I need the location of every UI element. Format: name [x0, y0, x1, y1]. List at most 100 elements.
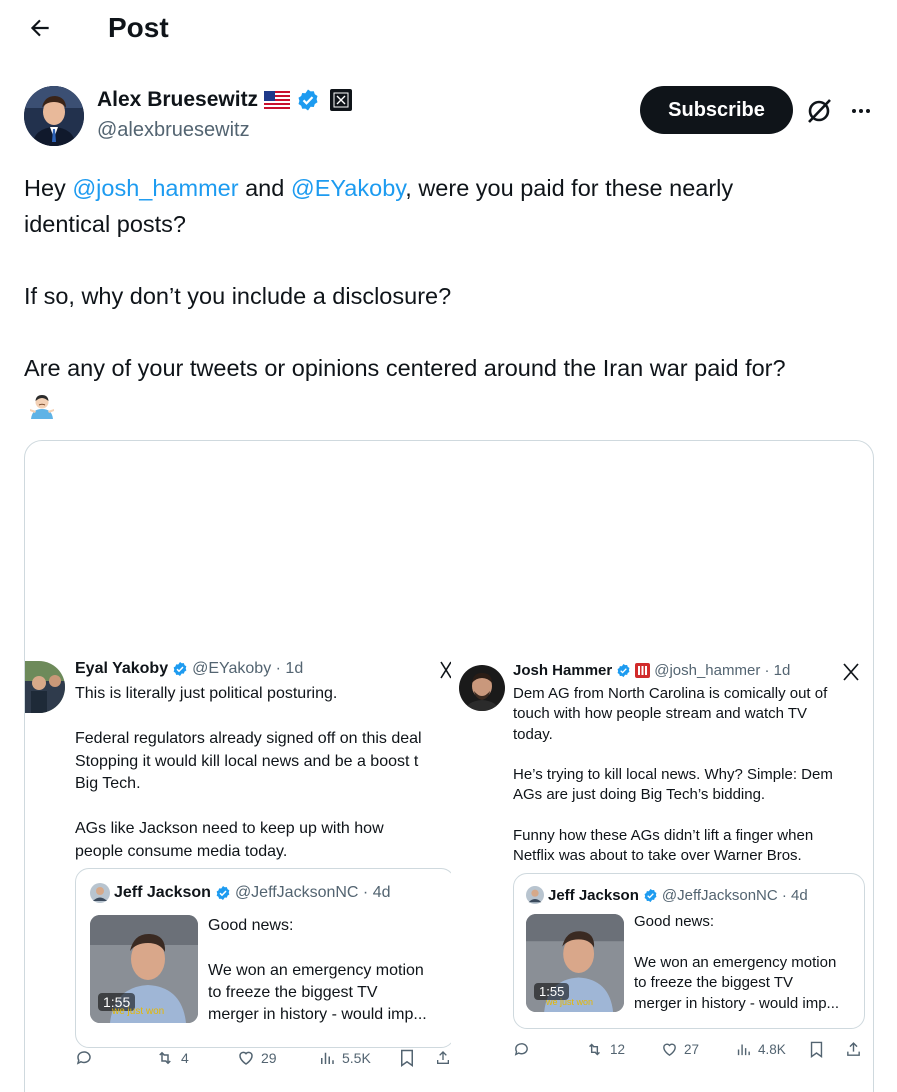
subscribe-button[interactable]: Subscribe — [640, 86, 793, 134]
video-caption: we just won — [546, 997, 594, 1007]
post-line-4: Are any of your tweets or opinions cente… — [24, 355, 786, 381]
grok-icon — [808, 99, 831, 123]
quote-line-4: merger in history - would imp... — [634, 994, 840, 1012]
jeffjackson-name: Jeff Jackson — [114, 884, 211, 901]
heart-icon — [239, 1051, 253, 1065]
quote-line-3: to freeze the biggest TV — [208, 984, 378, 1001]
author-avatar[interactable] — [24, 86, 84, 146]
views-action[interactable]: 4.8K — [735, 1041, 786, 1058]
verified-badge-icon[interactable] — [296, 88, 320, 112]
josh-hammer-meta: @josh_hammer · 1d — [654, 662, 791, 679]
affiliate-x-icon[interactable] — [330, 89, 353, 111]
jeffjackson-name-row: Jeff Jackson @JeffJacksonNC · 4d — [526, 886, 808, 904]
media-image: Eyal Yakoby @EYakoby · 1d This is litera… — [25, 441, 873, 1092]
verified-badge-icon — [617, 663, 630, 678]
media-card[interactable]: Eyal Yakoby @EYakoby · 1d This is litera… — [24, 440, 874, 1092]
video-thumbnail: 1:55 we just won — [526, 914, 624, 1012]
josh-hammer-body: Dem AG from North Carolina is comically … — [513, 685, 833, 865]
x-logo-icon — [843, 663, 859, 681]
post-text-segment: and — [238, 175, 291, 201]
josh-hammer-name-row: Josh Hammer @josh_hammer · 1d — [513, 662, 790, 679]
like-action[interactable]: 29 — [237, 1049, 277, 1067]
post-line-1: Hey @josh_hammer and @EYakoby, were you … — [24, 170, 884, 206]
mention-eyakoby[interactable]: @EYakoby — [291, 175, 405, 201]
josh-hammer-avatar — [459, 665, 505, 711]
bookmark-action[interactable] — [809, 1041, 824, 1058]
x-logo-icon — [440, 661, 451, 679]
person-shrugging-emoji — [28, 392, 56, 420]
view-count: 5.5K — [342, 1050, 371, 1066]
eyakoby-name: Eyal Yakoby — [75, 660, 169, 677]
jeffjackson-name: Jeff Jackson — [548, 886, 639, 904]
repost-action[interactable]: 12 — [585, 1041, 625, 1058]
author-name-row: Alex Bruesewitz — [97, 88, 353, 112]
analytics-icon — [321, 1052, 334, 1064]
affiliate-badge-icon — [635, 663, 651, 678]
jeffjackson-avatar — [526, 886, 544, 904]
reply-action[interactable] — [75, 1049, 93, 1067]
like-count: 29 — [261, 1050, 277, 1066]
share-icon — [847, 1041, 860, 1056]
analytics-icon — [737, 1044, 750, 1055]
quote-line-2: We won an emergency motion — [634, 953, 837, 971]
video-caption: we just won — [112, 1006, 165, 1017]
verified-badge-icon — [216, 886, 230, 900]
author-handle[interactable]: @alexbruesewitz — [97, 119, 250, 142]
more-options-button[interactable] — [844, 94, 878, 128]
back-button[interactable] — [22, 10, 58, 46]
jeffjackson-meta: @JeffJacksonNC · 4d — [661, 886, 808, 904]
verified-badge-icon — [173, 662, 187, 676]
quote-text: Good news: We won an emergency motion to… — [634, 912, 864, 1014]
quoted-tweet-jeffjackson: Jeff Jackson @JeffJacksonNC · 4d 1:55 we… — [75, 868, 451, 1048]
reply-icon — [514, 1042, 528, 1056]
heart-icon — [663, 1043, 676, 1056]
post-line-2: identical posts? — [24, 211, 186, 237]
post-text-segment: , were you paid for these nearly — [405, 175, 734, 201]
reply-action[interactable] — [513, 1041, 530, 1058]
verified-badge-icon — [644, 888, 657, 902]
repost-icon — [159, 1051, 171, 1065]
author-name[interactable]: Alex Bruesewitz — [97, 88, 258, 112]
repost-icon — [589, 1043, 600, 1055]
quote-line-1: Good news: — [634, 913, 715, 930]
share-action[interactable] — [435, 1049, 451, 1067]
grok-button[interactable] — [802, 94, 836, 128]
top-bar: Post — [0, 0, 897, 58]
share-action[interactable] — [845, 1041, 862, 1058]
like-action[interactable]: 27 — [661, 1041, 699, 1058]
page-title: Post — [108, 12, 169, 43]
eyakoby-name-row: Eyal Yakoby @EYakoby · 1d — [75, 660, 303, 678]
post-line-3: If so, why don’t you include a disclosur… — [24, 283, 452, 309]
bookmark-action[interactable] — [399, 1049, 415, 1067]
embedded-tweet-eyakoby: Eyal Yakoby @EYakoby · 1d This is litera… — [25, 648, 451, 1088]
more-horizontal-icon — [852, 109, 870, 113]
quote-line-1: Good news: — [208, 917, 294, 934]
eyakoby-meta: @EYakoby · 1d — [192, 660, 304, 677]
eyakoby-body: This is literally just political posturi… — [75, 685, 422, 860]
jeffjackson-name-row: Jeff Jackson @JeffJacksonNC · 4d — [90, 883, 391, 903]
post-text: Hey @josh_hammer and @EYakoby, were you … — [24, 170, 884, 386]
post-text-segment: Hey — [24, 175, 73, 201]
share-icon — [437, 1051, 449, 1064]
video-thumbnail: 1:55 we just won — [90, 915, 198, 1023]
embedded-tweet-josh-hammer: Josh Hammer @josh_hammer · 1d Dem AG fro… — [457, 659, 873, 1079]
quoted-tweet-jeffjackson: Jeff Jackson @JeffJacksonNC · 4d 1:55 we… — [513, 873, 865, 1029]
reply-icon — [76, 1051, 91, 1065]
repost-count: 4 — [181, 1050, 189, 1066]
bookmark-icon — [401, 1049, 413, 1067]
mention-josh-hammer[interactable]: @josh_hammer — [72, 175, 238, 201]
josh-hammer-name: Josh Hammer — [513, 662, 613, 679]
bookmark-icon — [810, 1041, 823, 1058]
jeffjackson-meta: @JeffJacksonNC · 4d — [234, 884, 391, 901]
like-count: 27 — [684, 1041, 700, 1057]
arrow-left-icon — [30, 19, 49, 37]
views-action[interactable]: 5.5K — [318, 1049, 371, 1067]
quote-line-3: to freeze the biggest TV — [634, 974, 793, 991]
eyakoby-action-bar: 4 29 5.5K — [25, 1043, 451, 1073]
josh-hammer-action-bar: 12 27 4.8K — [457, 1035, 873, 1063]
repost-action[interactable]: 4 — [155, 1049, 189, 1067]
view-count: 4.8K — [758, 1041, 786, 1057]
us-flag-icon — [264, 91, 291, 109]
